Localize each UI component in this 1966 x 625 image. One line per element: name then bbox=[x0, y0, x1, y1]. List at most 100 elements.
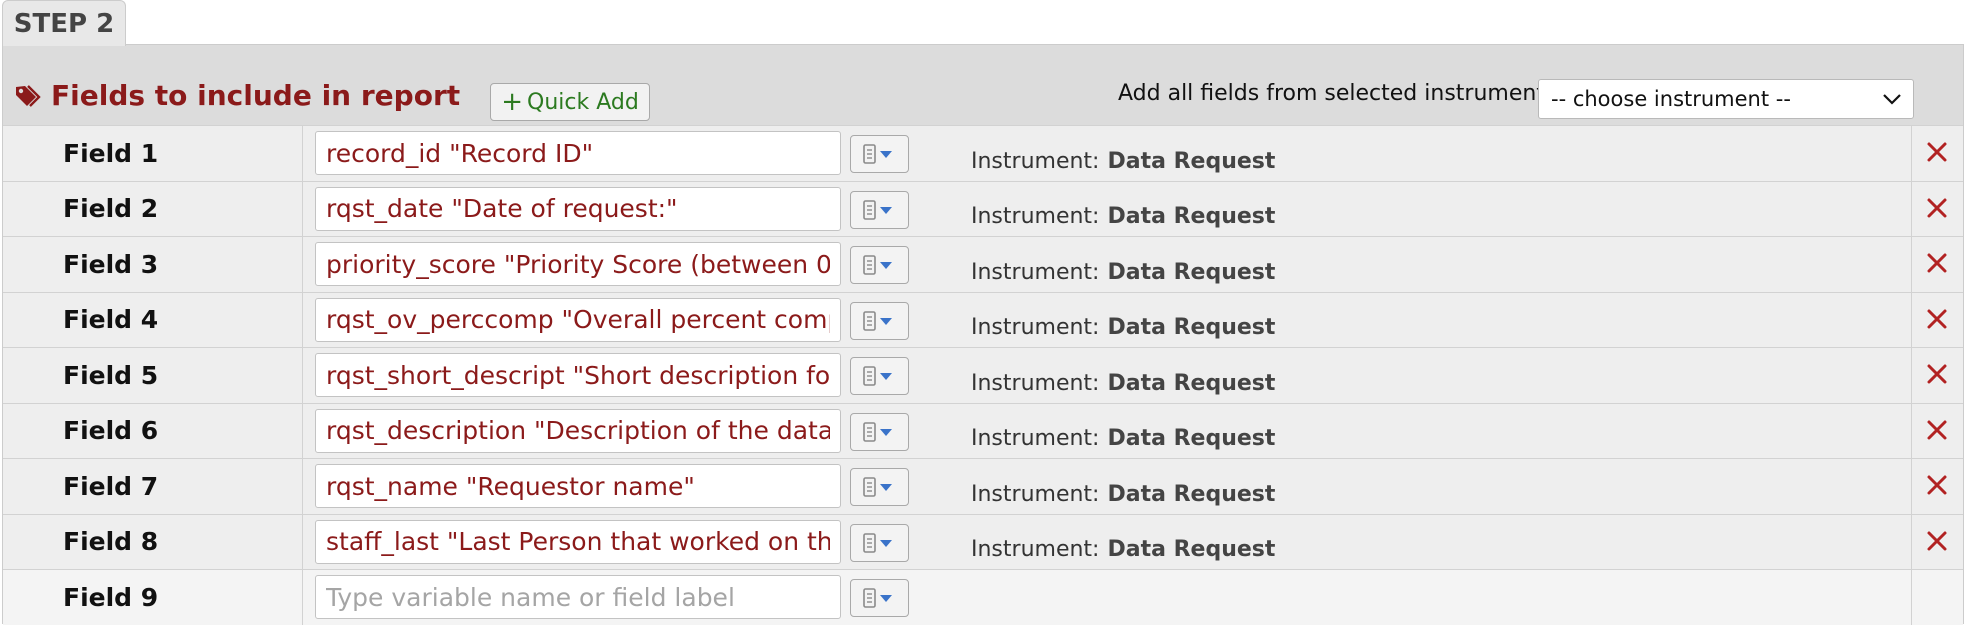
field-row: Field 3 Instrument: Data Request bbox=[3, 236, 1963, 292]
field-picker-button[interactable] bbox=[850, 579, 909, 617]
instrument-select[interactable]: -- choose instrument -- bbox=[1538, 79, 1914, 119]
field-label: Field 9 bbox=[63, 582, 159, 612]
field-list-dropdown-icon bbox=[862, 255, 892, 275]
field-picker-button[interactable] bbox=[850, 135, 909, 173]
field-row: Field 9 bbox=[3, 569, 1963, 625]
panel-header: Fields to include in report + Quick Add … bbox=[3, 45, 1963, 125]
instrument-name: Data Request bbox=[1107, 370, 1276, 396]
field-label: Field 2 bbox=[63, 194, 159, 224]
field-row: Field 4 Instrument: Data Request bbox=[3, 291, 1963, 347]
instrument-prefix: Instrument: bbox=[971, 204, 1100, 230]
instrument-prefix: Instrument: bbox=[971, 426, 1100, 452]
field-row: Field 1 Instrument: Data Request bbox=[3, 125, 1963, 181]
delete-cell bbox=[1911, 514, 1963, 569]
field-row: Field 5 Instrument: Data Request bbox=[3, 347, 1963, 403]
close-x-icon[interactable] bbox=[1924, 195, 1950, 221]
field-label: Field 8 bbox=[63, 527, 159, 557]
delete-cell bbox=[1911, 459, 1963, 514]
field-list-dropdown-icon bbox=[862, 366, 892, 386]
field-picker-button[interactable] bbox=[850, 357, 909, 395]
close-x-icon[interactable] bbox=[1924, 306, 1950, 332]
instrument-select-value: -- choose instrument -- bbox=[1551, 87, 1791, 111]
delete-cell bbox=[1911, 348, 1963, 403]
field-picker-button[interactable] bbox=[850, 468, 909, 506]
field-label-cell: Field 2 bbox=[3, 181, 303, 236]
field-label: Field 1 bbox=[63, 138, 159, 168]
delete-cell bbox=[1911, 570, 1963, 625]
close-x-icon[interactable] bbox=[1924, 528, 1950, 554]
instrument-name: Data Request bbox=[1107, 204, 1276, 230]
instrument-name: Data Request bbox=[1107, 148, 1276, 174]
quick-add-button[interactable]: + Quick Add bbox=[490, 83, 650, 121]
field-list-dropdown-icon bbox=[862, 199, 892, 220]
step-tab: STEP 2 bbox=[2, 0, 126, 46]
field-row: Field 6 Instrument: Data Request bbox=[3, 402, 1963, 458]
field-label: Field 4 bbox=[63, 305, 159, 335]
field-label-cell: Field 5 bbox=[3, 348, 303, 403]
field-list-dropdown-icon bbox=[862, 477, 892, 497]
field-list-dropdown-icon bbox=[862, 532, 892, 553]
field-row: Field 2 Instrument: Data Request bbox=[3, 180, 1963, 236]
field-picker-button[interactable] bbox=[850, 246, 909, 284]
fields-panel: Fields to include in report + Quick Add … bbox=[2, 44, 1964, 625]
delete-cell bbox=[1911, 126, 1963, 181]
instrument-name: Data Request bbox=[1107, 315, 1276, 341]
field-label-cell: Field 6 bbox=[3, 403, 303, 458]
field-picker-button[interactable] bbox=[850, 523, 909, 562]
field-rows: Field 1 Instrument: Data Request bbox=[3, 125, 1963, 625]
instrument-prefix: Instrument: bbox=[971, 315, 1100, 341]
instrument-name: Data Request bbox=[1107, 481, 1276, 507]
field-input[interactable] bbox=[315, 408, 841, 453]
instrument-name: Data Request bbox=[1107, 537, 1276, 563]
field-label-cell: Field 3 bbox=[3, 237, 303, 292]
instrument-prefix: Instrument: bbox=[971, 148, 1100, 174]
close-x-icon[interactable] bbox=[1924, 139, 1950, 165]
section-title: Fields to include in report bbox=[13, 79, 460, 112]
field-input[interactable] bbox=[315, 131, 841, 175]
instrument-prefix: Instrument: bbox=[971, 370, 1100, 396]
field-row: Field 7 Instrument: Data Request bbox=[3, 458, 1963, 514]
field-input[interactable] bbox=[315, 575, 841, 619]
field-list-dropdown-icon bbox=[862, 588, 892, 608]
field-label: Field 3 bbox=[63, 249, 159, 279]
field-row: Field 8 Instrument: Data Request bbox=[3, 513, 1963, 569]
field-input[interactable] bbox=[315, 519, 841, 564]
field-input[interactable] bbox=[315, 186, 841, 231]
delete-cell bbox=[1911, 181, 1963, 236]
field-list-dropdown-icon bbox=[862, 310, 892, 331]
instrument-prefix: Instrument: bbox=[971, 481, 1100, 507]
field-label-cell: Field 8 bbox=[3, 514, 303, 569]
instrument-prefix: Instrument: bbox=[971, 537, 1100, 563]
field-label-cell: Field 4 bbox=[3, 292, 303, 347]
field-label: Field 5 bbox=[63, 360, 159, 390]
field-input[interactable] bbox=[315, 242, 841, 286]
field-list-dropdown-icon bbox=[862, 421, 892, 442]
field-label: Field 6 bbox=[63, 416, 159, 446]
add-all-fields-label: Add all fields from selected instrument: bbox=[1118, 81, 1553, 106]
delete-cell bbox=[1911, 403, 1963, 458]
field-picker-button[interactable] bbox=[850, 190, 909, 229]
instrument-prefix: Instrument: bbox=[971, 259, 1100, 285]
field-label-cell: Field 7 bbox=[3, 459, 303, 514]
field-input[interactable] bbox=[315, 297, 841, 342]
chevron-down-icon bbox=[1883, 94, 1901, 105]
field-picker-button[interactable] bbox=[850, 412, 909, 451]
close-x-icon[interactable] bbox=[1924, 250, 1950, 276]
field-list-dropdown-icon bbox=[862, 144, 892, 164]
delete-cell bbox=[1911, 237, 1963, 292]
delete-cell bbox=[1911, 292, 1963, 347]
close-x-icon[interactable] bbox=[1924, 361, 1950, 387]
close-x-icon[interactable] bbox=[1924, 472, 1950, 498]
field-label-cell: Field 1 bbox=[3, 126, 303, 181]
plus-icon: + bbox=[501, 87, 523, 117]
section-title-text: Fields to include in report bbox=[51, 79, 461, 112]
field-input[interactable] bbox=[315, 464, 841, 508]
instrument-name: Data Request bbox=[1107, 259, 1276, 285]
instrument-name: Data Request bbox=[1107, 426, 1276, 452]
field-label-cell: Field 9 bbox=[3, 570, 303, 625]
quick-add-label: Quick Add bbox=[527, 89, 639, 115]
close-x-icon[interactable] bbox=[1924, 417, 1950, 443]
tags-icon bbox=[13, 81, 43, 111]
field-picker-button[interactable] bbox=[850, 301, 909, 340]
field-input[interactable] bbox=[315, 353, 841, 397]
